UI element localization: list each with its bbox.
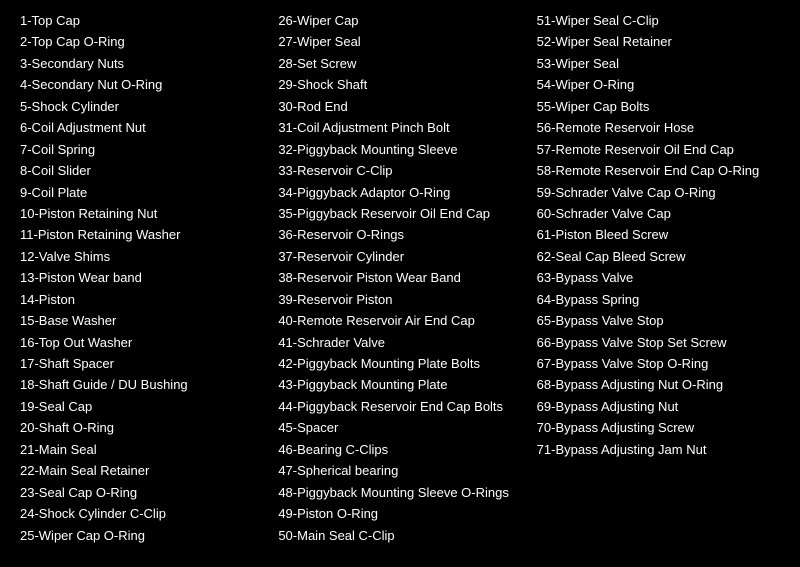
list-item: 61-Piston Bleed Screw	[537, 224, 785, 245]
list-item: 15-Base Washer	[20, 310, 268, 331]
list-item: 11-Piston Retaining Washer	[20, 224, 268, 245]
list-item: 42-Piggyback Mounting Plate Bolts	[278, 353, 526, 374]
list-item: 59-Schrader Valve Cap O-Ring	[537, 182, 785, 203]
list-item: 7-Coil Spring	[20, 139, 268, 160]
list-item: 63-Bypass Valve	[537, 267, 785, 288]
list-item: 4-Secondary Nut O-Ring	[20, 74, 268, 95]
list-item: 68-Bypass Adjusting Nut O-Ring	[537, 374, 785, 395]
list-item: 3-Secondary Nuts	[20, 53, 268, 74]
list-item: 51-Wiper Seal C-Clip	[537, 10, 785, 31]
column-3: 51-Wiper Seal C-Clip52-Wiper Seal Retain…	[532, 10, 790, 557]
list-item: 17-Shaft Spacer	[20, 353, 268, 374]
list-item: 35-Piggyback Reservoir Oil End Cap	[278, 203, 526, 224]
list-item: 10-Piston Retaining Nut	[20, 203, 268, 224]
list-item: 16-Top Out Washer	[20, 332, 268, 353]
list-item: 49-Piston O-Ring	[278, 503, 526, 524]
parts-list-container: 1-Top Cap2-Top Cap O-Ring3-Secondary Nut…	[0, 0, 800, 567]
list-item: 40-Remote Reservoir Air End Cap	[278, 310, 526, 331]
list-item: 23-Seal Cap O-Ring	[20, 482, 268, 503]
list-item: 67-Bypass Valve Stop O-Ring	[537, 353, 785, 374]
list-item: 53-Wiper Seal	[537, 53, 785, 74]
list-item: 34-Piggyback Adaptor O-Ring	[278, 182, 526, 203]
list-item: 29-Shock Shaft	[278, 74, 526, 95]
list-item: 36-Reservoir O-Rings	[278, 224, 526, 245]
list-item: 12-Valve Shims	[20, 246, 268, 267]
list-item: 41-Schrader Valve	[278, 332, 526, 353]
list-item: 62-Seal Cap Bleed Screw	[537, 246, 785, 267]
list-item: 2-Top Cap O-Ring	[20, 31, 268, 52]
list-item: 46-Bearing C-Clips	[278, 439, 526, 460]
list-item: 69-Bypass Adjusting Nut	[537, 396, 785, 417]
list-item: 47-Spherical bearing	[278, 460, 526, 481]
list-item: 39-Reservoir Piston	[278, 289, 526, 310]
list-item: 64-Bypass Spring	[537, 289, 785, 310]
list-item: 18-Shaft Guide / DU Bushing	[20, 374, 268, 395]
list-item: 70-Bypass Adjusting Screw	[537, 417, 785, 438]
list-item: 28-Set Screw	[278, 53, 526, 74]
list-item: 58-Remote Reservoir End Cap O-Ring	[537, 160, 785, 181]
list-item: 8-Coil Slider	[20, 160, 268, 181]
list-item: 9-Coil Plate	[20, 182, 268, 203]
list-item: 32-Piggyback Mounting Sleeve	[278, 139, 526, 160]
list-item: 45-Spacer	[278, 417, 526, 438]
list-item: 54-Wiper O-Ring	[537, 74, 785, 95]
list-item: 56-Remote Reservoir Hose	[537, 117, 785, 138]
list-item: 13-Piston Wear band	[20, 267, 268, 288]
column-2: 26-Wiper Cap27-Wiper Seal28-Set Screw29-…	[273, 10, 531, 557]
list-item: 31-Coil Adjustment Pinch Bolt	[278, 117, 526, 138]
list-item: 55-Wiper Cap Bolts	[537, 96, 785, 117]
list-item: 37-Reservoir Cylinder	[278, 246, 526, 267]
list-item: 57-Remote Reservoir Oil End Cap	[537, 139, 785, 160]
list-item: 20-Shaft O-Ring	[20, 417, 268, 438]
list-item: 52-Wiper Seal Retainer	[537, 31, 785, 52]
list-item: 1-Top Cap	[20, 10, 268, 31]
list-item: 25-Wiper Cap O-Ring	[20, 525, 268, 546]
list-item: 26-Wiper Cap	[278, 10, 526, 31]
list-item: 33-Reservoir C-Clip	[278, 160, 526, 181]
list-item: 24-Shock Cylinder C-Clip	[20, 503, 268, 524]
list-item: 66-Bypass Valve Stop Set Screw	[537, 332, 785, 353]
list-item: 44-Piggyback Reservoir End Cap Bolts	[278, 396, 526, 417]
list-item: 65-Bypass Valve Stop	[537, 310, 785, 331]
column-1: 1-Top Cap2-Top Cap O-Ring3-Secondary Nut…	[10, 10, 273, 557]
list-item: 71-Bypass Adjusting Jam Nut	[537, 439, 785, 460]
list-item: 50-Main Seal C-Clip	[278, 525, 526, 546]
list-item: 14-Piston	[20, 289, 268, 310]
list-item: 48-Piggyback Mounting Sleeve O-Rings	[278, 482, 526, 503]
list-item: 38-Reservoir Piston Wear Band	[278, 267, 526, 288]
list-item: 6-Coil Adjustment Nut	[20, 117, 268, 138]
list-item: 21-Main Seal	[20, 439, 268, 460]
list-item: 27-Wiper Seal	[278, 31, 526, 52]
list-item: 60-Schrader Valve Cap	[537, 203, 785, 224]
list-item: 43-Piggyback Mounting Plate	[278, 374, 526, 395]
list-item: 22-Main Seal Retainer	[20, 460, 268, 481]
list-item: 30-Rod End	[278, 96, 526, 117]
list-item: 19-Seal Cap	[20, 396, 268, 417]
list-item: 5-Shock Cylinder	[20, 96, 268, 117]
